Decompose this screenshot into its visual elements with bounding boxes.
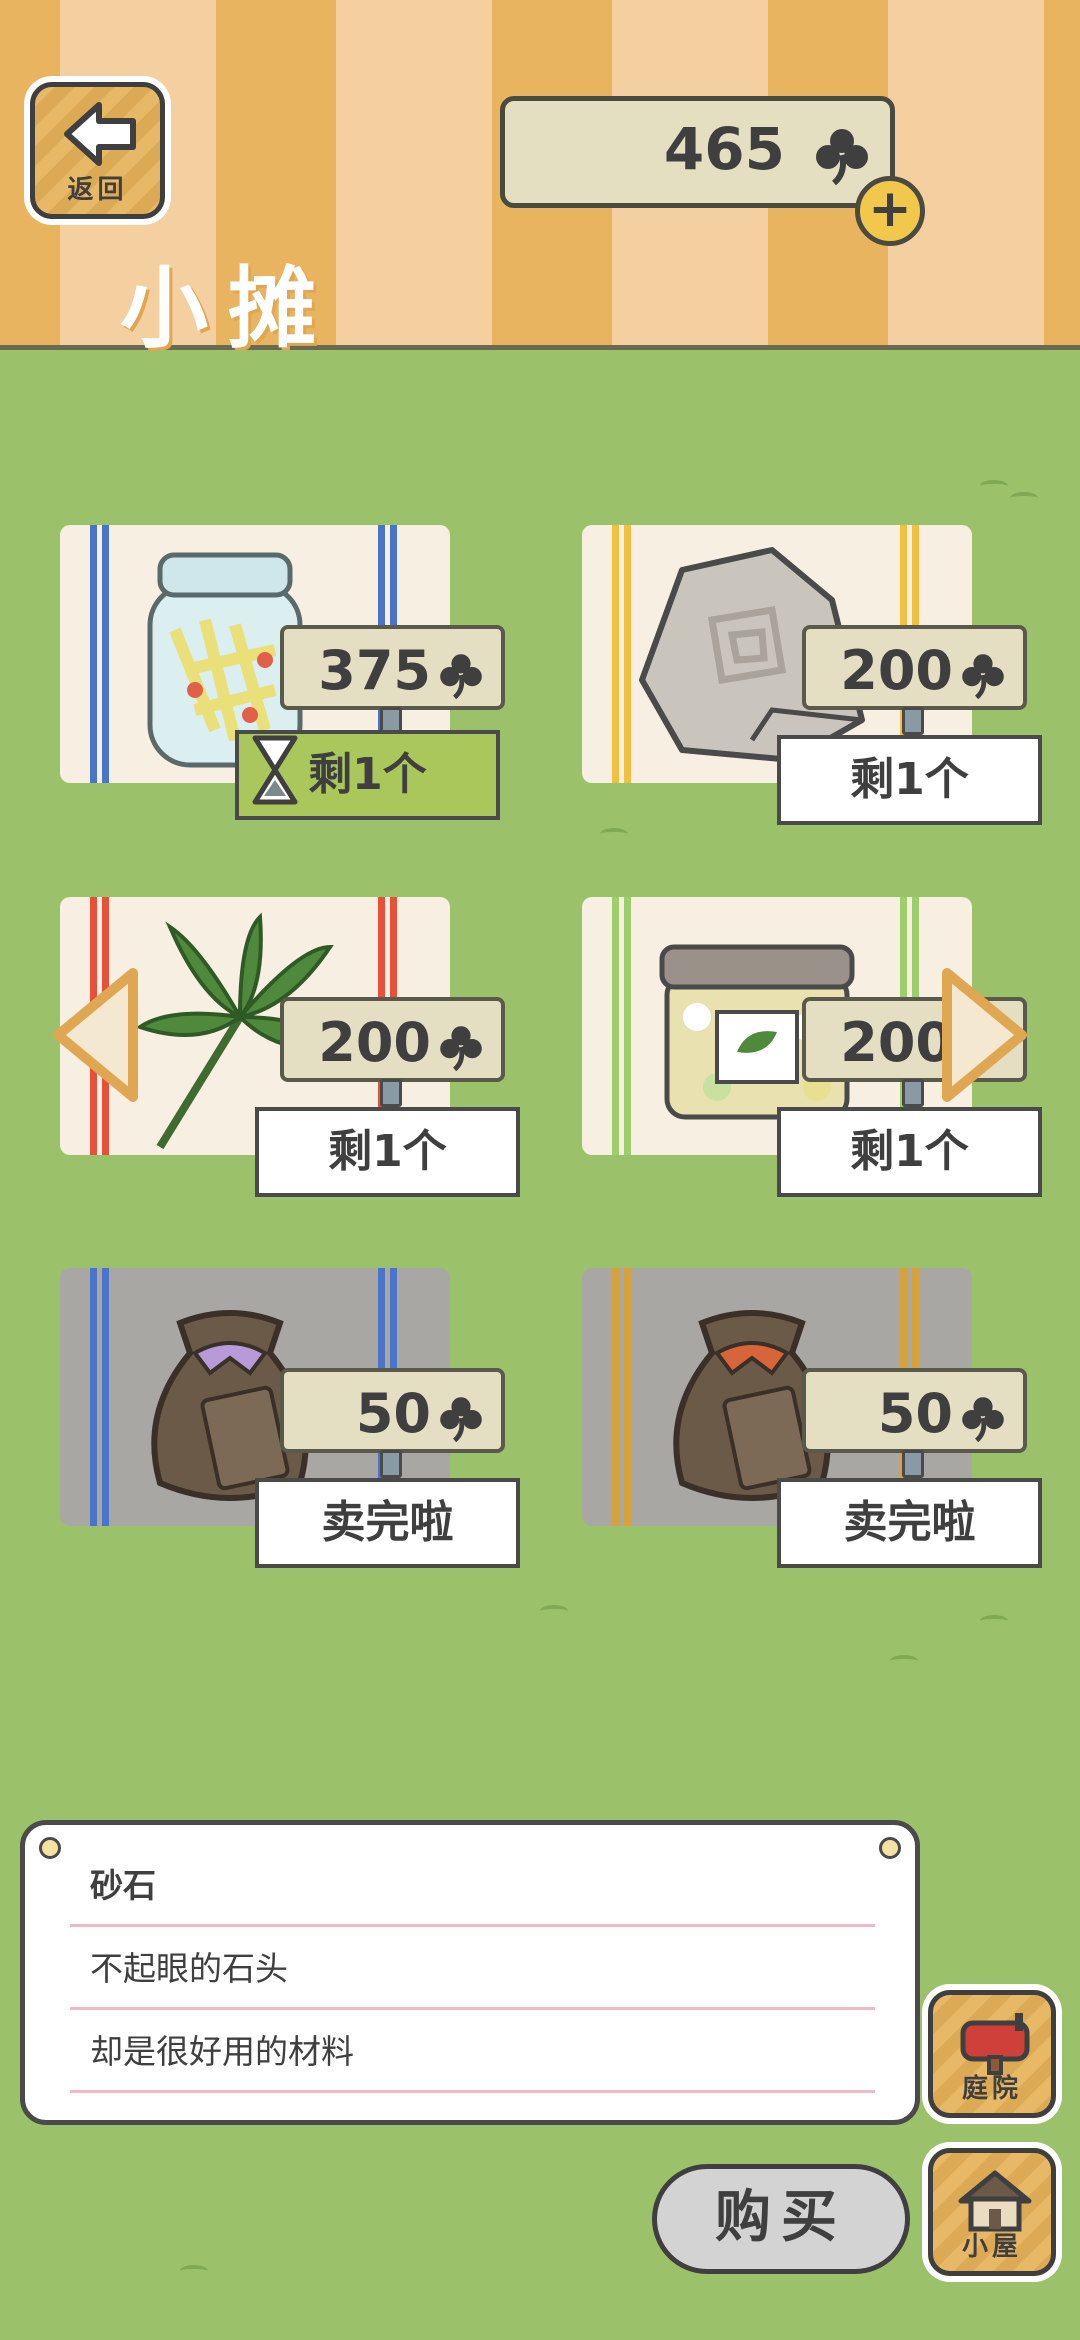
buy-button[interactable]: 购买	[652, 2164, 910, 2274]
stock-label: 卖完啦	[255, 1478, 520, 1568]
grass-decoration	[980, 1615, 1008, 1627]
next-arrow-icon[interactable]	[937, 965, 1032, 1105]
item-price: 50	[877, 1382, 953, 1445]
grass-decoration	[890, 1655, 918, 1667]
clover-icon	[440, 1026, 482, 1071]
shop-item-seed-bag-orange[interactable]: 50 卖完啦	[562, 1263, 1042, 1568]
shop-item-seed-bag-purple[interactable]: 50 卖完啦	[40, 1263, 520, 1568]
item-description-panel: 砂石 不起眼的石头 却是很好用的材料	[20, 1820, 920, 2125]
item-price: 50	[355, 1382, 431, 1445]
price-tag: 200	[802, 625, 1027, 710]
grass-decoration	[180, 2265, 208, 2277]
price-tag: 200	[280, 997, 505, 1082]
hourglass-icon	[252, 735, 298, 805]
clover-icon	[440, 654, 482, 699]
item-price: 375	[318, 639, 431, 702]
house-label: 小屋	[961, 2232, 1022, 2262]
shop-header: 返回 小摊 465 +	[0, 0, 1080, 360]
tag-pin	[902, 707, 924, 735]
item-price: 200	[318, 1011, 431, 1074]
clover-icon	[816, 129, 868, 185]
back-label: 返回	[67, 175, 128, 205]
back-button[interactable]: 返回	[30, 82, 165, 219]
tag-pin	[380, 1450, 402, 1478]
stock-label: 剩1个	[777, 735, 1042, 825]
house-icon	[958, 2170, 1032, 2232]
grass-decoration	[1010, 492, 1038, 504]
stock-label: 剩1个	[777, 1107, 1042, 1197]
item-desc-line-1: 不起眼的石头	[70, 1930, 875, 2010]
stock-label: 卖完啦	[777, 1478, 1042, 1568]
previous-arrow-icon[interactable]	[48, 965, 143, 1105]
grass-decoration	[980, 480, 1008, 492]
back-arrow-icon	[64, 102, 136, 166]
price-tag: 50	[802, 1368, 1027, 1453]
clover-counter: 465	[500, 96, 895, 208]
garden-button[interactable]: 庭院	[928, 1990, 1056, 2118]
clover-icon	[440, 1397, 482, 1442]
price-tag: 375	[280, 625, 505, 710]
page-title: 小摊	[120, 257, 337, 360]
tag-pin	[380, 1079, 402, 1107]
shop-item-jar[interactable]: 375 剩1个	[40, 520, 520, 820]
item-price: 200	[840, 639, 953, 702]
stock-label: 剩1个	[255, 1107, 520, 1197]
clover-icon	[962, 654, 1004, 699]
clover-icon	[962, 1397, 1004, 1442]
grass-decoration	[540, 1605, 568, 1617]
item-desc-line-2: 却是很好用的材料	[70, 2013, 875, 2093]
house-button[interactable]: 小屋	[928, 2148, 1056, 2276]
shop-item-stone[interactable]: 200 剩1个	[562, 520, 1042, 825]
mailbox-icon	[960, 2013, 1030, 2075]
tag-pin	[902, 1079, 924, 1107]
grass-decoration	[600, 828, 628, 840]
item-name: 砂石	[70, 1847, 875, 1927]
add-clover-button[interactable]: +	[855, 176, 925, 246]
price-tag: 50	[280, 1368, 505, 1453]
clover-count: 465	[663, 115, 785, 183]
garden-label: 庭院	[961, 2074, 1022, 2104]
tag-pin	[902, 1450, 924, 1478]
